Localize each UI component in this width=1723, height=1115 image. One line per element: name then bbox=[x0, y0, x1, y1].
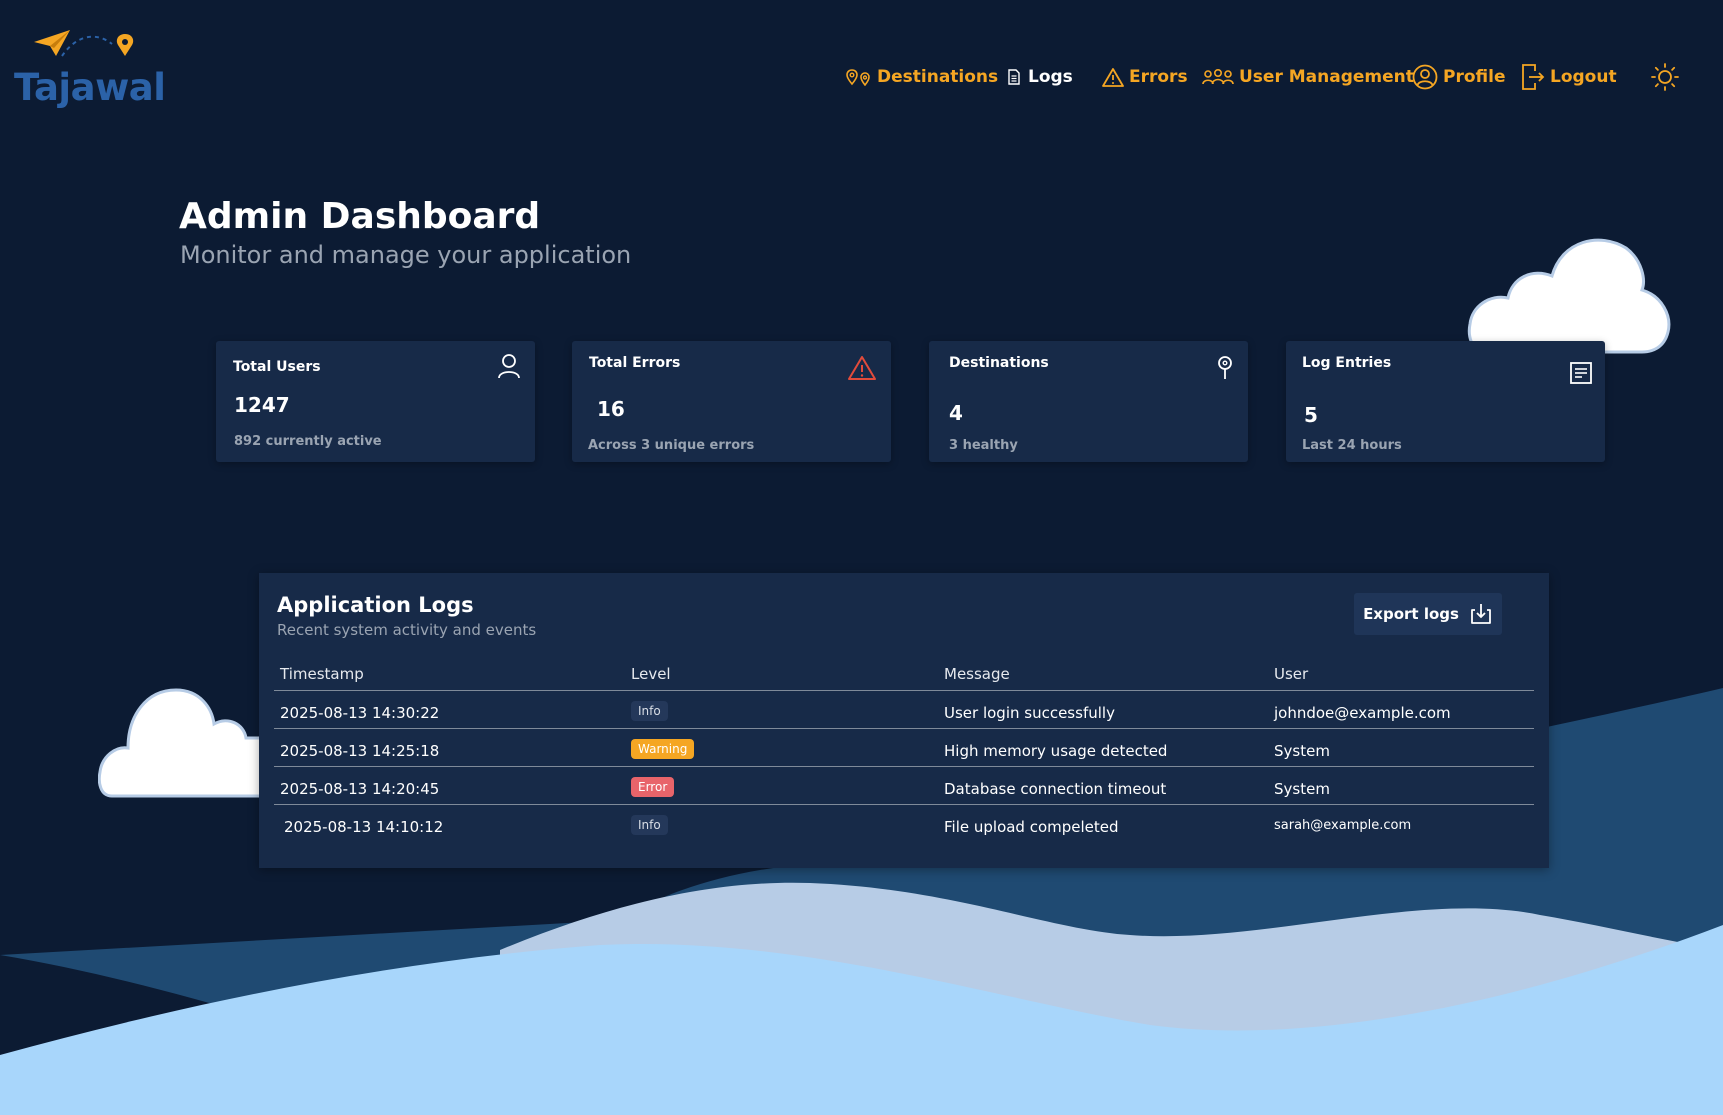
table-row[interactable]: 2025-08-13 14:30:22 Info User login succ… bbox=[274, 691, 1534, 729]
sun-icon bbox=[1651, 63, 1679, 91]
cell-timestamp: 2025-08-13 14:30:22 bbox=[280, 704, 440, 722]
level-badge: Info bbox=[631, 815, 668, 835]
cloud-right bbox=[1467, 238, 1671, 354]
nav-user-management[interactable]: User Management bbox=[1202, 60, 1414, 94]
brand-name: Tajawal bbox=[14, 66, 166, 109]
nav-destinations-label: Destinations bbox=[877, 67, 999, 87]
background-waves bbox=[0, 688, 1723, 1115]
column-header-user[interactable]: User bbox=[1274, 665, 1308, 683]
users-icon bbox=[1202, 68, 1234, 85]
stat-label: Destinations bbox=[949, 355, 1049, 371]
stat-label: Total Users bbox=[233, 359, 321, 375]
stat-value: 4 bbox=[949, 401, 963, 425]
paper-plane-icon bbox=[34, 30, 134, 57]
nav-destinations[interactable]: Destinations bbox=[846, 60, 998, 94]
page-subtitle: Monitor and manage your application bbox=[180, 241, 632, 269]
cloud-left bbox=[98, 688, 268, 798]
logout-icon bbox=[1522, 64, 1545, 90]
cell-user: System bbox=[1274, 780, 1330, 798]
page-title: Admin Dashboard bbox=[179, 196, 541, 237]
stat-label: Total Errors bbox=[589, 355, 681, 371]
table-row[interactable]: 2025-08-13 14:20:45 Error Database conne… bbox=[274, 767, 1534, 805]
logs-table: Timestamp Level Message User 2025-08-13 … bbox=[274, 661, 1534, 843]
stat-card-destinations[interactable]: Destinations 4 3 healthy bbox=[929, 341, 1248, 462]
cell-user: System bbox=[1274, 742, 1330, 760]
stat-card-log-entries[interactable]: Log Entries 5 Last 24 hours bbox=[1286, 341, 1605, 462]
stat-sub: Across 3 unique errors bbox=[588, 438, 755, 453]
column-header-message[interactable]: Message bbox=[944, 665, 1010, 683]
cell-timestamp: 2025-08-13 14:10:12 bbox=[284, 818, 444, 836]
document-list-icon bbox=[1570, 362, 1592, 384]
level-badge: Info bbox=[631, 701, 668, 721]
table-row[interactable]: 2025-08-13 14:10:12 Info File upload com… bbox=[274, 805, 1534, 843]
level-badge: Error bbox=[631, 777, 675, 797]
stat-card-total-users[interactable]: Total Users 1247 892 currently active bbox=[216, 341, 535, 462]
logs-subtitle: Recent system activity and events bbox=[277, 621, 537, 639]
stat-value: 1247 bbox=[234, 393, 290, 417]
cell-timestamp: 2025-08-13 14:20:45 bbox=[280, 780, 440, 798]
location-pins-icon bbox=[846, 69, 870, 86]
document-icon bbox=[1008, 69, 1020, 85]
stat-sub: 3 healthy bbox=[949, 438, 1018, 453]
table-header: Timestamp Level Message User bbox=[274, 661, 1534, 691]
stat-value: 5 bbox=[1304, 403, 1318, 427]
cell-user: sarah@example.com bbox=[1274, 818, 1412, 833]
warning-icon bbox=[848, 356, 876, 380]
nav-logs-label: Logs bbox=[1028, 67, 1073, 87]
theme-toggle-button[interactable] bbox=[1650, 60, 1680, 94]
column-header-timestamp[interactable]: Timestamp bbox=[280, 665, 364, 683]
cell-message: High memory usage detected bbox=[944, 742, 1168, 760]
cell-message: User login successfully bbox=[944, 704, 1115, 722]
nav-user-management-label: User Management bbox=[1239, 67, 1414, 87]
export-logs-button[interactable]: Export logs bbox=[1354, 593, 1502, 635]
logs-title: Application Logs bbox=[277, 593, 474, 617]
stat-label: Log Entries bbox=[1302, 355, 1392, 371]
nav-profile[interactable]: Profile bbox=[1412, 60, 1505, 94]
warning-icon bbox=[1102, 68, 1124, 87]
level-badge: Warning bbox=[631, 739, 695, 759]
nav-profile-label: Profile bbox=[1443, 67, 1506, 87]
export-logs-label: Export logs bbox=[1363, 605, 1459, 623]
cell-message: File upload compeleted bbox=[944, 818, 1119, 836]
table-row[interactable]: 2025-08-13 14:25:18 Warning High memory … bbox=[274, 729, 1534, 767]
nav-errors[interactable]: Errors bbox=[1102, 60, 1188, 94]
user-icon bbox=[498, 354, 520, 379]
location-pin-icon bbox=[1218, 356, 1232, 379]
nav-logs[interactable]: Logs bbox=[1005, 60, 1073, 94]
profile-icon bbox=[1412, 64, 1438, 90]
cell-timestamp: 2025-08-13 14:25:18 bbox=[280, 742, 440, 760]
brand-logo[interactable]: Tajawal bbox=[12, 28, 166, 109]
nav-logout[interactable]: Logout bbox=[1521, 60, 1617, 94]
cell-message: Database connection timeout bbox=[944, 780, 1167, 798]
column-header-level[interactable]: Level bbox=[631, 665, 671, 683]
stat-card-total-errors[interactable]: Total Errors 16 Across 3 unique errors bbox=[572, 341, 891, 462]
stat-value: 16 bbox=[597, 397, 625, 421]
download-icon bbox=[1471, 604, 1491, 624]
application-logs-panel: Application Logs Recent system activity … bbox=[259, 573, 1549, 868]
stat-sub: Last 24 hours bbox=[1302, 438, 1402, 453]
stat-sub: 892 currently active bbox=[234, 434, 382, 449]
nav-errors-label: Errors bbox=[1129, 67, 1188, 87]
cell-user: johndoe@example.com bbox=[1274, 704, 1451, 722]
nav-logout-label: Logout bbox=[1550, 67, 1617, 87]
